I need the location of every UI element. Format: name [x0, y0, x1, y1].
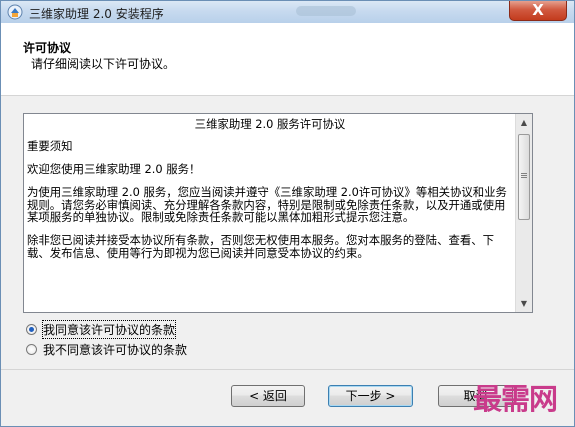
- scroll-thumb[interactable]: [518, 134, 530, 220]
- license-text: 三维家助理 2.0 服务许可协议 重要须知 欢迎您使用三维家助理 2.0 服务！…: [27, 118, 513, 310]
- footer-divider: [1, 369, 574, 370]
- window-title: 三维家助理 2.0 安装程序: [29, 7, 164, 21]
- vertical-scrollbar[interactable]: ▲ ▼: [515, 114, 532, 312]
- close-icon: X: [532, 1, 544, 19]
- watermark-logo: 最需网: [473, 382, 558, 416]
- close-button[interactable]: X: [509, 1, 567, 21]
- license-heading: 三维家助理 2.0 服务许可协议: [194, 118, 346, 131]
- agree-label[interactable]: 我同意该许可协议的条款: [41, 319, 177, 339]
- page-header: 许可协议 请仔细阅读以下许可协议。: [1, 23, 574, 96]
- agree-option[interactable]: 我同意该许可协议的条款: [26, 319, 177, 339]
- license-notice: 重要须知: [27, 139, 73, 154]
- title-bar[interactable]: 三维家助理 2.0 安装程序 X: [1, 1, 574, 23]
- disagree-option[interactable]: 我不同意该许可协议的条款: [26, 341, 187, 357]
- scroll-grip-icon: [521, 173, 527, 174]
- scroll-down-arrow-icon[interactable]: ▼: [516, 295, 532, 312]
- license-text-box[interactable]: 三维家助理 2.0 服务许可协议 重要须知 欢迎您使用三维家助理 2.0 服务！…: [23, 113, 533, 313]
- scroll-up-arrow-icon[interactable]: ▲: [516, 114, 532, 131]
- page-subtitle: 请仔细阅读以下许可协议。: [31, 57, 176, 71]
- license-paragraph-1: 为使用三维家助理 2.0 服务，您应当阅读并遵守《三维家助理 2.0许可协议》等…: [27, 185, 507, 225]
- agree-radio[interactable]: [26, 323, 37, 335]
- page-title: 许可协议: [23, 41, 72, 55]
- license-welcome: 欢迎您使用三维家助理 2.0 服务！: [27, 161, 201, 176]
- installer-window: 三维家助理 2.0 安装程序 X 许可协议 请仔细阅读以下许可协议。 三维家助理…: [0, 0, 575, 427]
- next-button[interactable]: 下一步 >: [328, 385, 413, 407]
- disagree-label[interactable]: 我不同意该许可协议的条款: [43, 341, 187, 358]
- title-bar-blur: [296, 6, 356, 16]
- disagree-radio[interactable]: [26, 343, 37, 355]
- back-button[interactable]: < 返回: [231, 385, 305, 407]
- license-paragraph-2: 除非您已阅读并接受本协议所有条款，否则您无权使用本服务。您对本服务的登陆、查看、…: [27, 233, 495, 260]
- installer-icon: [7, 4, 23, 20]
